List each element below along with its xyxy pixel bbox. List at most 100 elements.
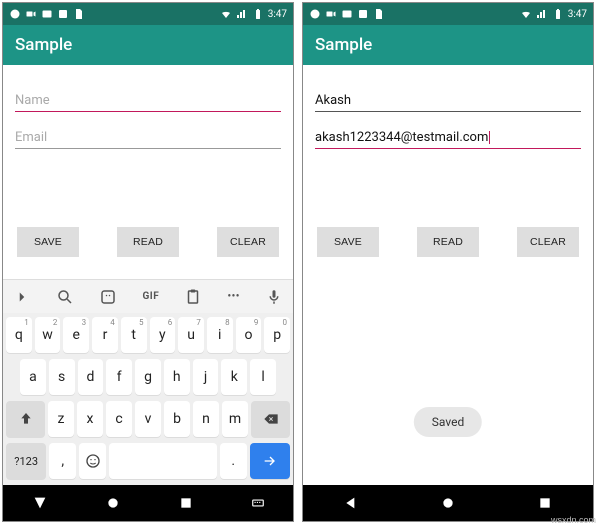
key-b[interactable]: b bbox=[164, 401, 190, 437]
nav-recent-icon[interactable] bbox=[537, 495, 553, 511]
status-left-icons bbox=[309, 8, 385, 20]
key-u[interactable]: 7u bbox=[178, 317, 204, 353]
nav-recent-icon[interactable] bbox=[178, 495, 194, 511]
key-a[interactable]: a bbox=[20, 359, 46, 395]
email-input[interactable]: Email bbox=[15, 126, 281, 149]
key-shift[interactable] bbox=[6, 401, 45, 437]
key-r[interactable]: 4r bbox=[92, 317, 118, 353]
mail-icon bbox=[341, 8, 353, 20]
key-i[interactable]: 8i bbox=[207, 317, 233, 353]
key-z[interactable]: z bbox=[48, 401, 74, 437]
clear-button[interactable]: CLEAR bbox=[517, 227, 579, 257]
key-h[interactable]: h bbox=[164, 359, 190, 395]
key-f[interactable]: f bbox=[106, 359, 132, 395]
key-x[interactable]: x bbox=[77, 401, 103, 437]
key-period[interactable]: . bbox=[220, 443, 247, 479]
status-left-icons bbox=[9, 8, 85, 20]
key-l[interactable]: l bbox=[250, 359, 276, 395]
mic-icon[interactable] bbox=[265, 288, 283, 306]
sticker-icon[interactable] bbox=[99, 288, 117, 306]
save-button[interactable]: SAVE bbox=[17, 227, 79, 257]
key-j[interactable]: j bbox=[193, 359, 219, 395]
key-o[interactable]: 9o bbox=[236, 317, 262, 353]
email-input[interactable]: akash1223344@testmail.com bbox=[315, 126, 581, 149]
key-row-1: 1q 2w 3e 4r 5t 6y 7u 8i 9o 0p bbox=[6, 317, 290, 353]
key-e[interactable]: 3e bbox=[63, 317, 89, 353]
key-k[interactable]: k bbox=[221, 359, 247, 395]
key-c[interactable]: c bbox=[106, 401, 132, 437]
name-placeholder: Name bbox=[15, 93, 50, 108]
app-icon bbox=[357, 8, 369, 20]
email-value: akash1223344@testmail.com bbox=[315, 130, 488, 145]
doc-icon bbox=[373, 8, 385, 20]
key-row-2: a s d f g h j k l bbox=[6, 359, 290, 395]
status-bar: 3:47 bbox=[303, 3, 593, 25]
main-content: Akash akash1223344@testmail.com SAVE REA… bbox=[303, 65, 593, 485]
app-icon bbox=[57, 8, 69, 20]
button-row: SAVE READ CLEAR bbox=[315, 227, 581, 257]
clear-button[interactable]: CLEAR bbox=[217, 227, 279, 257]
video-icon bbox=[25, 8, 37, 20]
phone-right: 3:47 Sample Akash akash1223344@testmail.… bbox=[302, 2, 594, 522]
keyboard-toggle-icon[interactable] bbox=[251, 496, 265, 510]
key-d[interactable]: d bbox=[78, 359, 104, 395]
key-y[interactable]: 6y bbox=[150, 317, 176, 353]
email-placeholder: Email bbox=[15, 130, 47, 145]
read-button[interactable]: READ bbox=[117, 227, 179, 257]
save-button[interactable]: SAVE bbox=[317, 227, 379, 257]
nav-back-icon[interactable] bbox=[32, 495, 48, 511]
name-input[interactable]: Akash bbox=[315, 89, 581, 112]
wifi-icon bbox=[520, 8, 532, 20]
key-t[interactable]: 5t bbox=[121, 317, 147, 353]
clock: 3:47 bbox=[268, 9, 287, 20]
key-p[interactable]: 0p bbox=[264, 317, 290, 353]
key-g[interactable]: g bbox=[135, 359, 161, 395]
search-icon[interactable] bbox=[56, 288, 74, 306]
nav-home-icon[interactable] bbox=[440, 495, 456, 511]
key-m[interactable]: m bbox=[222, 401, 248, 437]
app-bar: Sample bbox=[303, 25, 593, 65]
clock: 3:47 bbox=[568, 9, 587, 20]
nav-home-icon[interactable] bbox=[105, 495, 121, 511]
app-title: Sample bbox=[315, 35, 372, 55]
key-emoji[interactable] bbox=[79, 443, 106, 479]
text-cursor bbox=[489, 131, 490, 144]
key-symbols[interactable]: ?123 bbox=[6, 443, 46, 479]
signal-icon bbox=[236, 8, 248, 20]
key-space[interactable] bbox=[109, 443, 217, 479]
nav-back-icon[interactable] bbox=[343, 495, 359, 511]
phone-left: 3:47 Sample Name Email SAVE READ CLEAR bbox=[2, 2, 294, 522]
doc-icon bbox=[73, 8, 85, 20]
key-comma[interactable]: , bbox=[49, 443, 76, 479]
key-s[interactable]: s bbox=[49, 359, 75, 395]
button-row: SAVE READ CLEAR bbox=[15, 227, 281, 257]
chevron-right-icon[interactable] bbox=[13, 288, 31, 306]
name-input[interactable]: Name bbox=[15, 89, 281, 112]
circle-icon bbox=[9, 8, 21, 20]
key-q[interactable]: 1q bbox=[6, 317, 32, 353]
key-w[interactable]: 2w bbox=[35, 317, 61, 353]
key-enter[interactable] bbox=[250, 443, 290, 479]
read-button[interactable]: READ bbox=[417, 227, 479, 257]
key-row-4: ?123 , . bbox=[6, 443, 290, 479]
key-n[interactable]: n bbox=[193, 401, 219, 437]
app-title: Sample bbox=[15, 35, 72, 55]
app-bar: Sample bbox=[3, 25, 293, 65]
clipboard-icon[interactable] bbox=[184, 288, 202, 306]
circle-icon bbox=[309, 8, 321, 20]
battery-icon bbox=[552, 8, 564, 20]
navigation-bar bbox=[303, 485, 593, 521]
watermark: wsxdn.com bbox=[551, 515, 596, 525]
status-right-icons: 3:47 bbox=[520, 8, 587, 20]
toast-saved: Saved bbox=[414, 407, 482, 437]
navigation-bar bbox=[3, 485, 293, 521]
gif-button[interactable]: GIF bbox=[142, 291, 159, 302]
name-value: Akash bbox=[315, 93, 351, 108]
video-icon bbox=[325, 8, 337, 20]
key-backspace[interactable] bbox=[251, 401, 290, 437]
mail-icon bbox=[41, 8, 53, 20]
key-v[interactable]: v bbox=[135, 401, 161, 437]
wifi-icon bbox=[220, 8, 232, 20]
more-dots[interactable]: ••• bbox=[228, 291, 240, 302]
name-field-wrap: Akash bbox=[315, 89, 581, 112]
